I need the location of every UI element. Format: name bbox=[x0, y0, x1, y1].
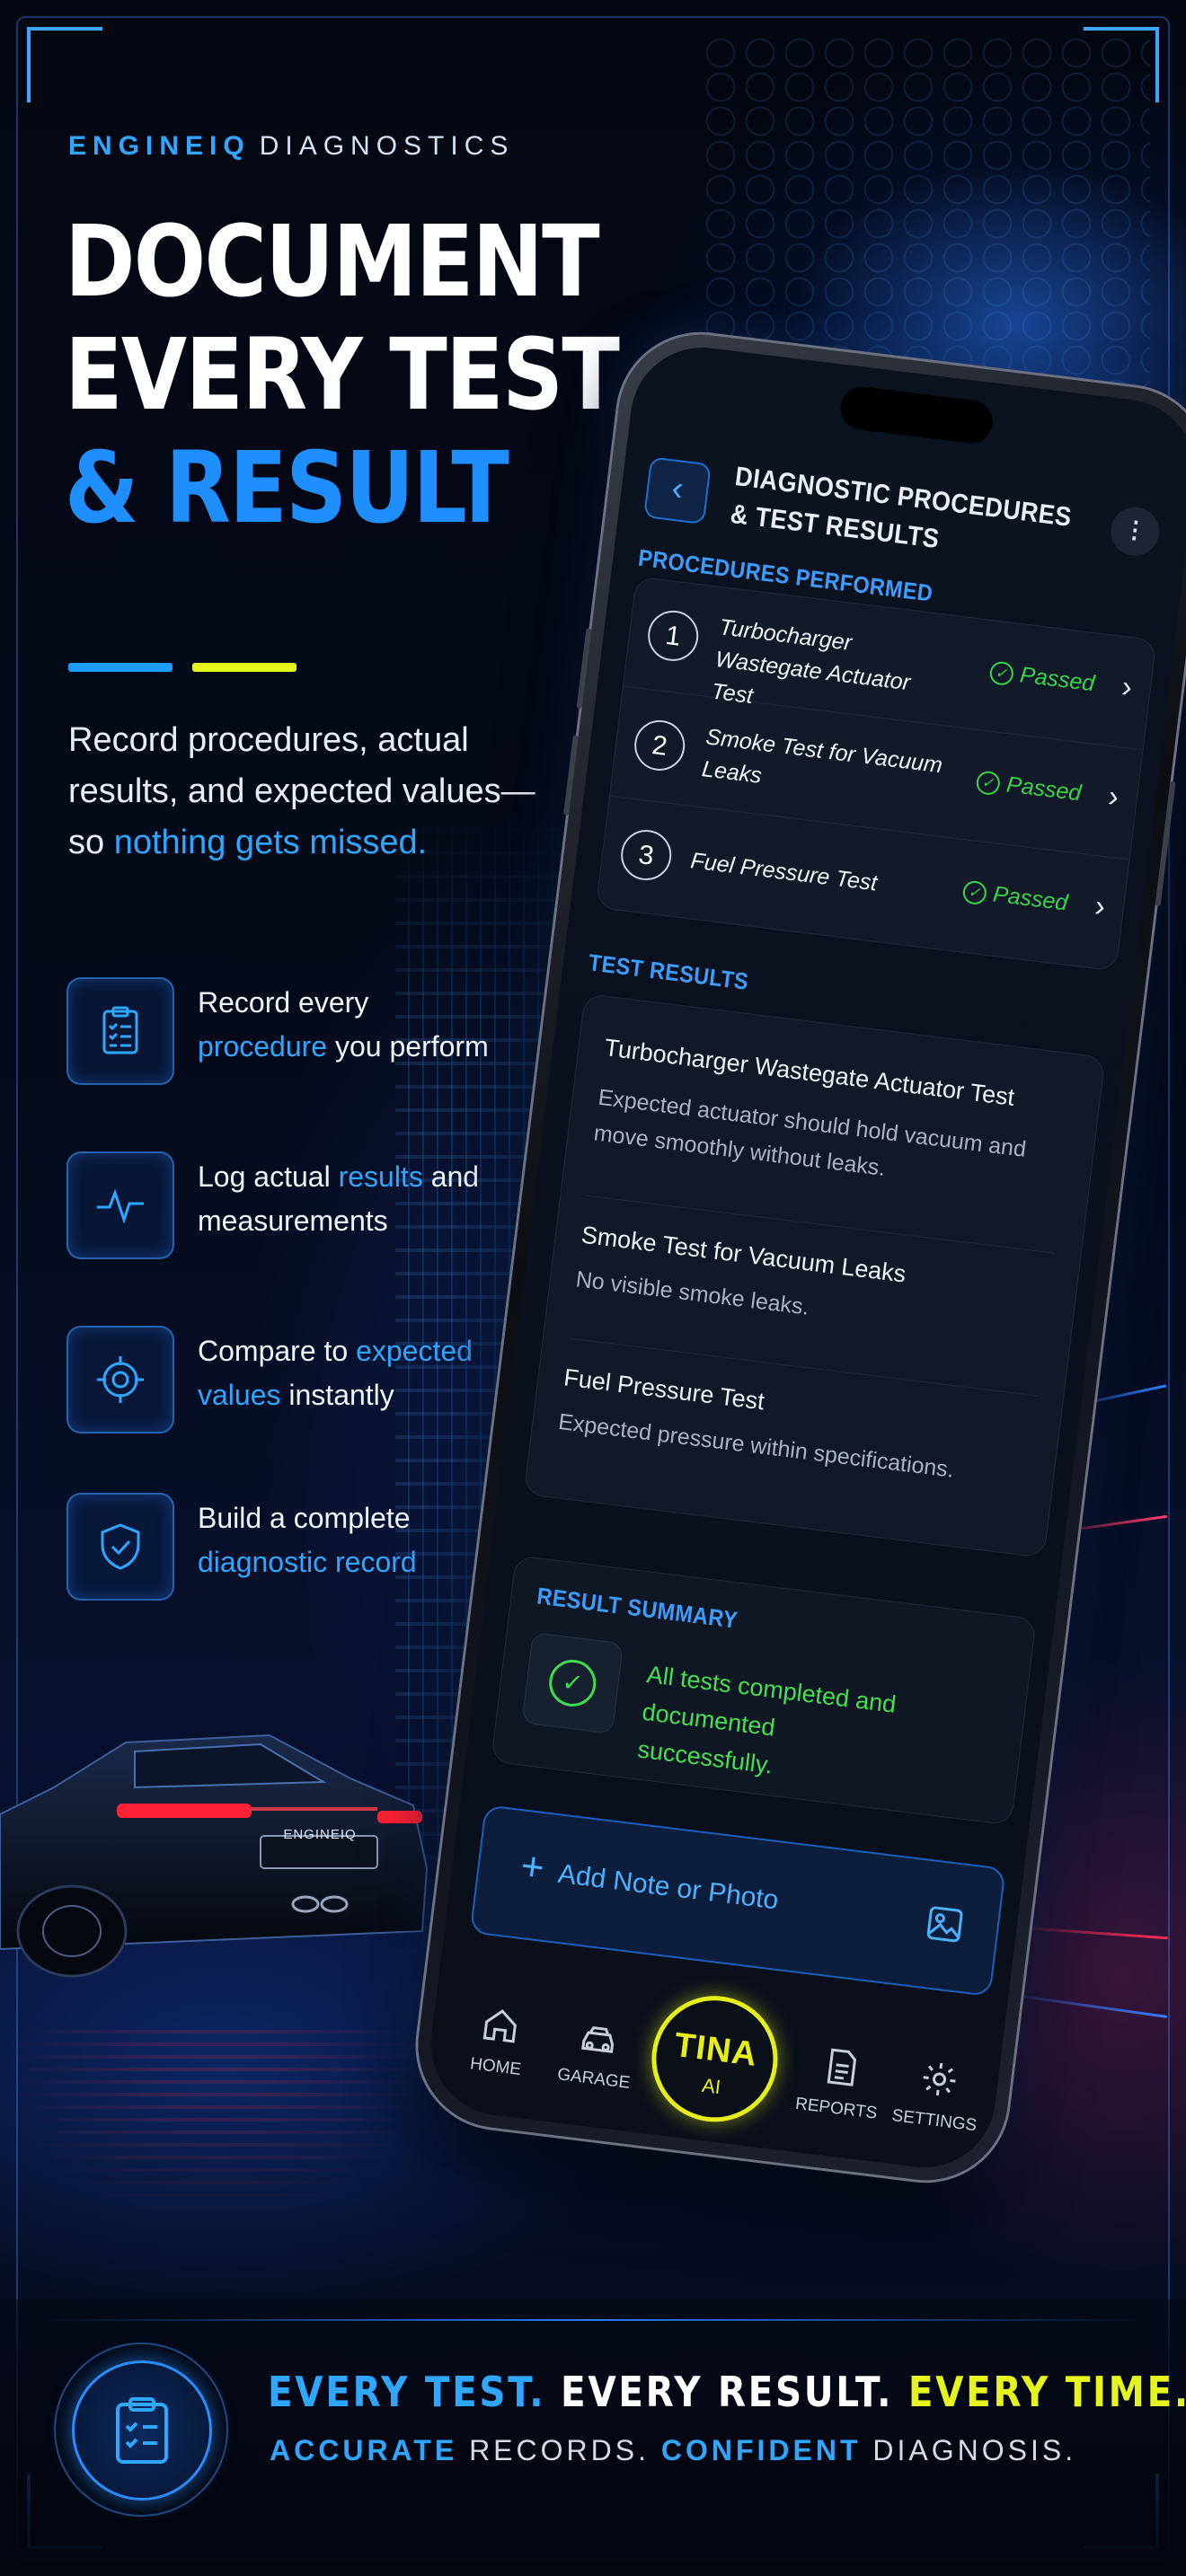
more-vertical-icon: ⋮ bbox=[1121, 515, 1149, 545]
tab-home-label: HOME bbox=[468, 2054, 523, 2080]
tab-settings-label: SETTINGS bbox=[890, 2105, 978, 2136]
tab-reports-label: REPORTS bbox=[793, 2094, 879, 2123]
add-note-label: Add Note or Photo bbox=[556, 1858, 781, 1916]
procedure-name: Fuel Pressure Test bbox=[689, 848, 879, 896]
headline-line-1: DOCUMENT bbox=[65, 204, 600, 319]
car-illustration bbox=[0, 1734, 429, 1978]
feature-text-highlight: procedure bbox=[198, 1030, 328, 1063]
phone-mockup: ‹ DIAGNOSTIC PROCEDURES & TEST RESULTS ⋮… bbox=[377, 325, 1186, 2259]
tagline-secondary: ACCURATE RECORDS. CONFIDENT DIAGNOSIS. bbox=[270, 2434, 1076, 2467]
back-button[interactable]: ‹ bbox=[643, 456, 712, 525]
summary-card: RESULT SUMMARY ✓ All tests completed and… bbox=[490, 1555, 1037, 1826]
banner-icon bbox=[72, 2360, 212, 2501]
check-circle-icon: ✓ bbox=[974, 770, 1001, 797]
tagline-sub-3: CONFIDENT bbox=[660, 2434, 862, 2466]
procedure-status-text: Passed bbox=[1005, 772, 1083, 807]
procedure-status: ✓ Passed bbox=[974, 768, 1083, 807]
app-title: DIAGNOSTIC PROCEDURES & TEST RESULTS bbox=[729, 458, 1074, 574]
banner-divider bbox=[36, 2319, 1150, 2321]
pulse-wave-icon bbox=[66, 1151, 174, 1259]
bottom-tab-bar: HOME GARAGE TINA AI REPORTS SETTINGS bbox=[423, 1962, 1005, 2174]
chevron-right-icon: › bbox=[1120, 669, 1135, 705]
car-icon bbox=[581, 2026, 615, 2053]
frame-corner bbox=[27, 27, 102, 102]
check-circle-icon: ✓ bbox=[546, 1656, 599, 1709]
phone-screen: ‹ DIAGNOSTIC PROCEDURES & TEST RESULTS ⋮… bbox=[422, 339, 1186, 2176]
feature-text-pre: Compare to bbox=[198, 1335, 357, 1367]
tagline-part-1: EVERY TEST. bbox=[268, 2368, 546, 2416]
dynamic-island bbox=[837, 384, 996, 446]
volume-button bbox=[562, 735, 579, 816]
road-reflection bbox=[0, 2030, 431, 2228]
procedure-status: ✓ Passed bbox=[960, 878, 1069, 916]
procedure-status-text: Passed bbox=[1018, 662, 1096, 697]
frame-corner bbox=[1084, 27, 1159, 102]
tina-ai-button[interactable]: TINA AI bbox=[644, 1989, 785, 2130]
summary-text: All tests completed and documented succe… bbox=[636, 1661, 898, 1779]
home-icon bbox=[482, 2009, 517, 2043]
procedure-number: 1 bbox=[644, 607, 702, 665]
tina-label: TINA bbox=[672, 2025, 760, 2074]
procedure-status: ✓ Passed bbox=[987, 658, 1096, 697]
clipboard-checklist-icon bbox=[66, 977, 174, 1085]
phone-body: ‹ DIAGNOSTIC PROCEDURES & TEST RESULTS ⋮… bbox=[408, 325, 1186, 2190]
tagline-sub-1: ACCURATE bbox=[270, 2434, 458, 2466]
shield-check-icon bbox=[66, 1493, 174, 1601]
tagline-part-2: EVERY RESULT. bbox=[561, 2368, 894, 2416]
procedure-name: Smoke Test for Vacuum Leaks bbox=[700, 724, 944, 789]
chevron-right-icon: › bbox=[1093, 888, 1108, 924]
tagline-sub-4: DIAGNOSIS. bbox=[861, 2434, 1077, 2466]
summary-label: RESULT SUMMARY bbox=[535, 1582, 739, 1634]
brand-logo: ENGINEIQ DIAGNOSTICS bbox=[68, 131, 514, 162]
car-badge: ENGINEIQ bbox=[283, 1827, 357, 1842]
tab-settings[interactable]: SETTINGS bbox=[884, 2053, 991, 2137]
tab-home[interactable]: HOME bbox=[446, 1999, 553, 2083]
promo-screen: ENGINEIQ DIAGNOSTICS DOCUMENT EVERY TEST … bbox=[0, 0, 1186, 2576]
check-circle-icon: ✓ bbox=[960, 879, 987, 906]
accent-bar-yellow bbox=[192, 663, 296, 672]
gear-icon bbox=[923, 2062, 956, 2095]
procedure-number: 2 bbox=[631, 717, 688, 774]
summary-check-box: ✓ bbox=[521, 1632, 624, 1734]
results-label: TEST RESULTS bbox=[587, 948, 750, 995]
plus-icon: + bbox=[518, 1843, 547, 1891]
procedures-card: 1 Turbocharger Wastegate Actuator Test ✓… bbox=[595, 576, 1157, 972]
feature-text-pre: Record every bbox=[198, 986, 369, 1019]
procedure-number: 3 bbox=[618, 826, 675, 884]
tab-garage[interactable]: GARAGE bbox=[544, 2012, 651, 2095]
volume-button bbox=[576, 628, 592, 710]
check-circle-icon: ✓ bbox=[987, 660, 1014, 687]
target-crosshair-icon bbox=[66, 1326, 174, 1434]
brand-name: ENGINEIQ bbox=[68, 131, 251, 161]
tab-reports[interactable]: REPORTS bbox=[786, 2042, 893, 2125]
accent-bar-blue bbox=[68, 663, 173, 672]
more-menu-button[interactable]: ⋮ bbox=[1108, 504, 1163, 559]
results-card: Turbocharger Wastegate Actuator Test Exp… bbox=[523, 992, 1106, 1558]
add-note-photo-button[interactable]: + Add Note or Photo bbox=[469, 1804, 1006, 1998]
document-icon bbox=[827, 2048, 857, 2086]
brand-suffix: DIAGNOSTICS bbox=[259, 131, 515, 161]
image-icon bbox=[926, 1906, 963, 1943]
tagline-sub-2: RECORDS. bbox=[457, 2434, 661, 2466]
tagline-part-3: EVERY TIME. bbox=[907, 2368, 1186, 2416]
clipboard-checklist-icon bbox=[116, 2397, 168, 2464]
tagline-primary: EVERY TEST. EVERY RESULT. EVERY TIME. bbox=[268, 2368, 1186, 2416]
procedure-status-text: Passed bbox=[991, 881, 1069, 916]
tab-garage-label: GARAGE bbox=[556, 2065, 632, 2093]
chevron-left-icon: ‹ bbox=[669, 469, 686, 508]
feature-text-pre: Log actual bbox=[198, 1160, 339, 1193]
chevron-right-icon: › bbox=[1106, 779, 1121, 815]
